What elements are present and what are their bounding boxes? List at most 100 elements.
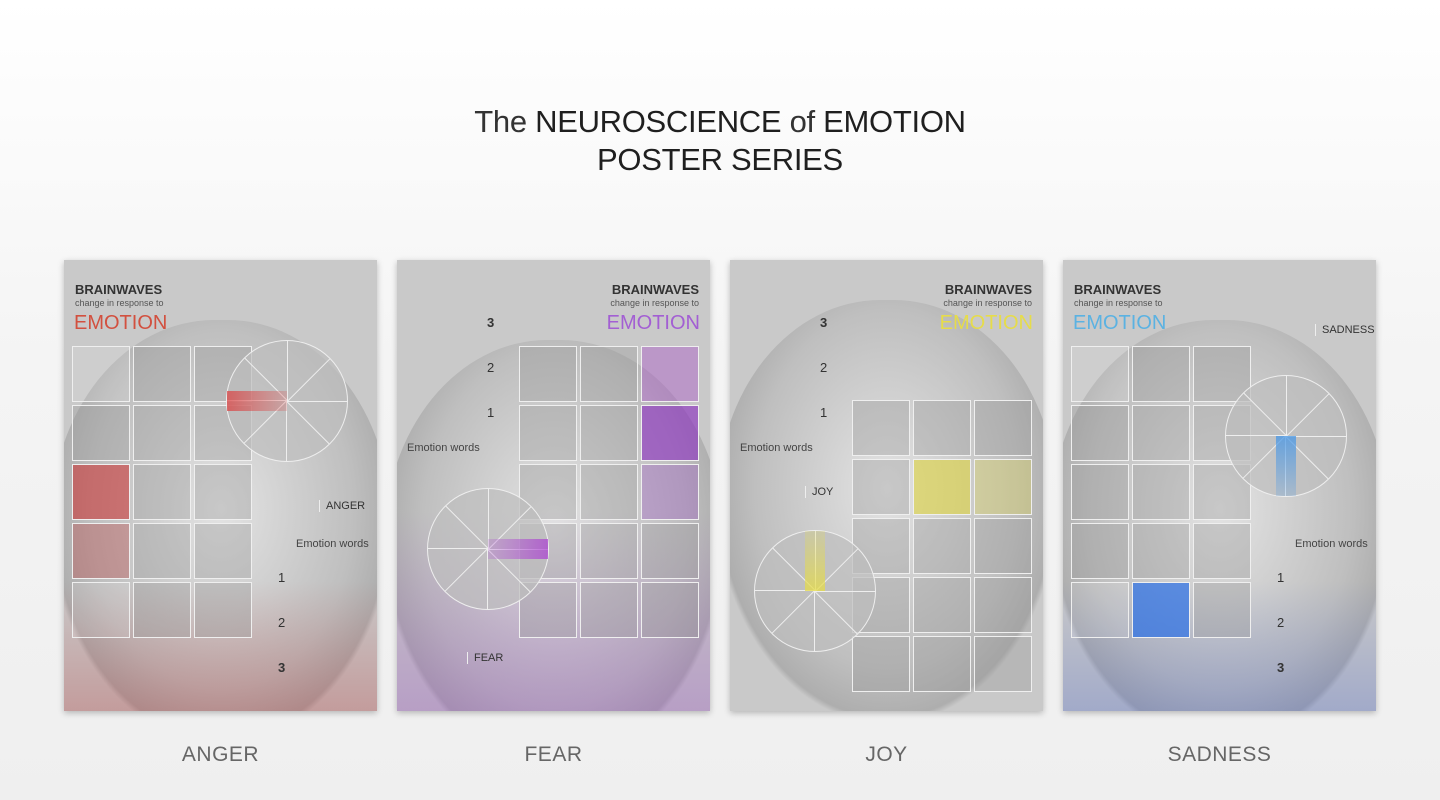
brain-grid (1071, 346, 1251, 638)
emotion-words-label: Emotion words (407, 442, 480, 454)
grid-cell (133, 523, 191, 579)
grid-cell (1071, 346, 1129, 402)
emotion-wheel (226, 340, 348, 462)
emotion-heading: EMOTION (1073, 312, 1167, 334)
emotion-words-label: Emotion words (296, 538, 369, 550)
emotion-heading: EMOTION (74, 312, 168, 334)
grid-cell (194, 582, 252, 638)
grid-cell (519, 405, 577, 461)
level-1: 1 (487, 405, 495, 420)
title-pre: The (474, 104, 536, 139)
grid-cell (72, 405, 130, 461)
page-title: The NEUROSCIENCE of EMOTION POSTER SERIE… (0, 103, 1440, 179)
grid-cell (852, 636, 910, 692)
level-3: 3 (487, 315, 495, 330)
state-label: SADNESS (1315, 324, 1375, 336)
state-label: ANGER (319, 500, 365, 512)
title-line-1: The NEUROSCIENCE of EMOTION (0, 103, 1440, 141)
brainwaves-heading: BRAINWAVES (1074, 282, 1162, 297)
grid-cell (974, 400, 1032, 456)
grid-cell (1132, 464, 1190, 520)
poster-joy[interactable]: BRAINWAVES change in response to EMOTION… (730, 260, 1043, 711)
emotion-words-label: Emotion words (740, 442, 813, 454)
grid-cell (641, 346, 699, 402)
change-subtitle: change in response to (943, 298, 1032, 308)
wheel-highlight (488, 539, 548, 559)
wheel-highlight (227, 391, 287, 411)
grid-cell-highlight (641, 405, 699, 461)
grid-cell (852, 459, 910, 515)
grid-cell (913, 636, 971, 692)
emotion-wheel (427, 488, 549, 610)
level-1: 1 (1277, 570, 1285, 585)
change-subtitle: change in response to (610, 298, 699, 308)
grid-cell (1132, 405, 1190, 461)
grid-cell (580, 346, 638, 402)
poster-fear[interactable]: BRAINWAVES change in response to EMOTION… (397, 260, 710, 711)
grid-cell (1071, 405, 1129, 461)
grid-cell (519, 346, 577, 402)
grid-cell (974, 636, 1032, 692)
title-neuroscience: NEUROSCIENCE (535, 104, 782, 139)
level-3: 3 (278, 660, 286, 675)
level-3: 3 (1277, 660, 1285, 675)
grid-cell (580, 405, 638, 461)
grid-cell (1071, 523, 1129, 579)
grid-cell (133, 464, 191, 520)
grid-cell (1132, 346, 1190, 402)
grid-cell (194, 523, 252, 579)
emotion-words-label: Emotion words (1295, 538, 1368, 550)
state-label: JOY (805, 486, 833, 498)
grid-cell (641, 582, 699, 638)
grid-cell (974, 577, 1032, 633)
caption-joy: JOY (865, 743, 908, 766)
grid-cell (72, 346, 130, 402)
grid-cell (72, 523, 130, 579)
emotion-heading: EMOTION (939, 312, 1033, 334)
grid-cell (580, 523, 638, 579)
poster-sadness[interactable]: BRAINWAVES change in response to EMOTION… (1063, 260, 1376, 711)
grid-cell-highlight (1132, 582, 1190, 638)
title-emotion: EMOTION (823, 104, 966, 139)
grid-cell-highlight (913, 459, 971, 515)
level-2: 2 (487, 360, 495, 375)
grid-cell (580, 582, 638, 638)
level-1: 1 (278, 570, 286, 585)
change-subtitle: change in response to (75, 298, 164, 308)
grid-cell (641, 523, 699, 579)
grid-cell (641, 464, 699, 520)
state-label: FEAR (467, 652, 503, 664)
level-2: 2 (278, 615, 286, 630)
wheel-highlight (1276, 436, 1296, 496)
grid-cell (974, 518, 1032, 574)
emotion-wheel (754, 530, 876, 652)
level-3: 3 (820, 315, 828, 330)
change-subtitle: change in response to (1074, 298, 1163, 308)
grid-cell (194, 464, 252, 520)
caption-fear: FEAR (524, 743, 583, 766)
grid-cell (1193, 582, 1251, 638)
brain-grid (72, 346, 252, 638)
grid-cell (913, 400, 971, 456)
grid-cell (133, 582, 191, 638)
level-2: 2 (820, 360, 828, 375)
level-1: 1 (820, 405, 828, 420)
caption-sadness: SADNESS (1167, 743, 1272, 766)
wheel-highlight (805, 531, 825, 591)
brain-grid (852, 400, 1032, 692)
emotion-wheel (1225, 375, 1347, 497)
grid-cell (72, 582, 130, 638)
grid-cell-highlight (72, 464, 130, 520)
grid-cell (1071, 464, 1129, 520)
grid-cell (913, 518, 971, 574)
level-2: 2 (1277, 615, 1285, 630)
grid-cell (913, 577, 971, 633)
grid-cell (974, 459, 1032, 515)
poster-anger[interactable]: BRAINWAVES change in response to EMOTION… (64, 260, 377, 711)
brainwaves-heading: BRAINWAVES (944, 282, 1032, 297)
caption-anger: ANGER (181, 743, 260, 766)
title-line-2: POSTER SERIES (597, 142, 843, 177)
grid-cell (580, 464, 638, 520)
brainwaves-heading: BRAINWAVES (611, 282, 699, 297)
grid-cell (852, 400, 910, 456)
